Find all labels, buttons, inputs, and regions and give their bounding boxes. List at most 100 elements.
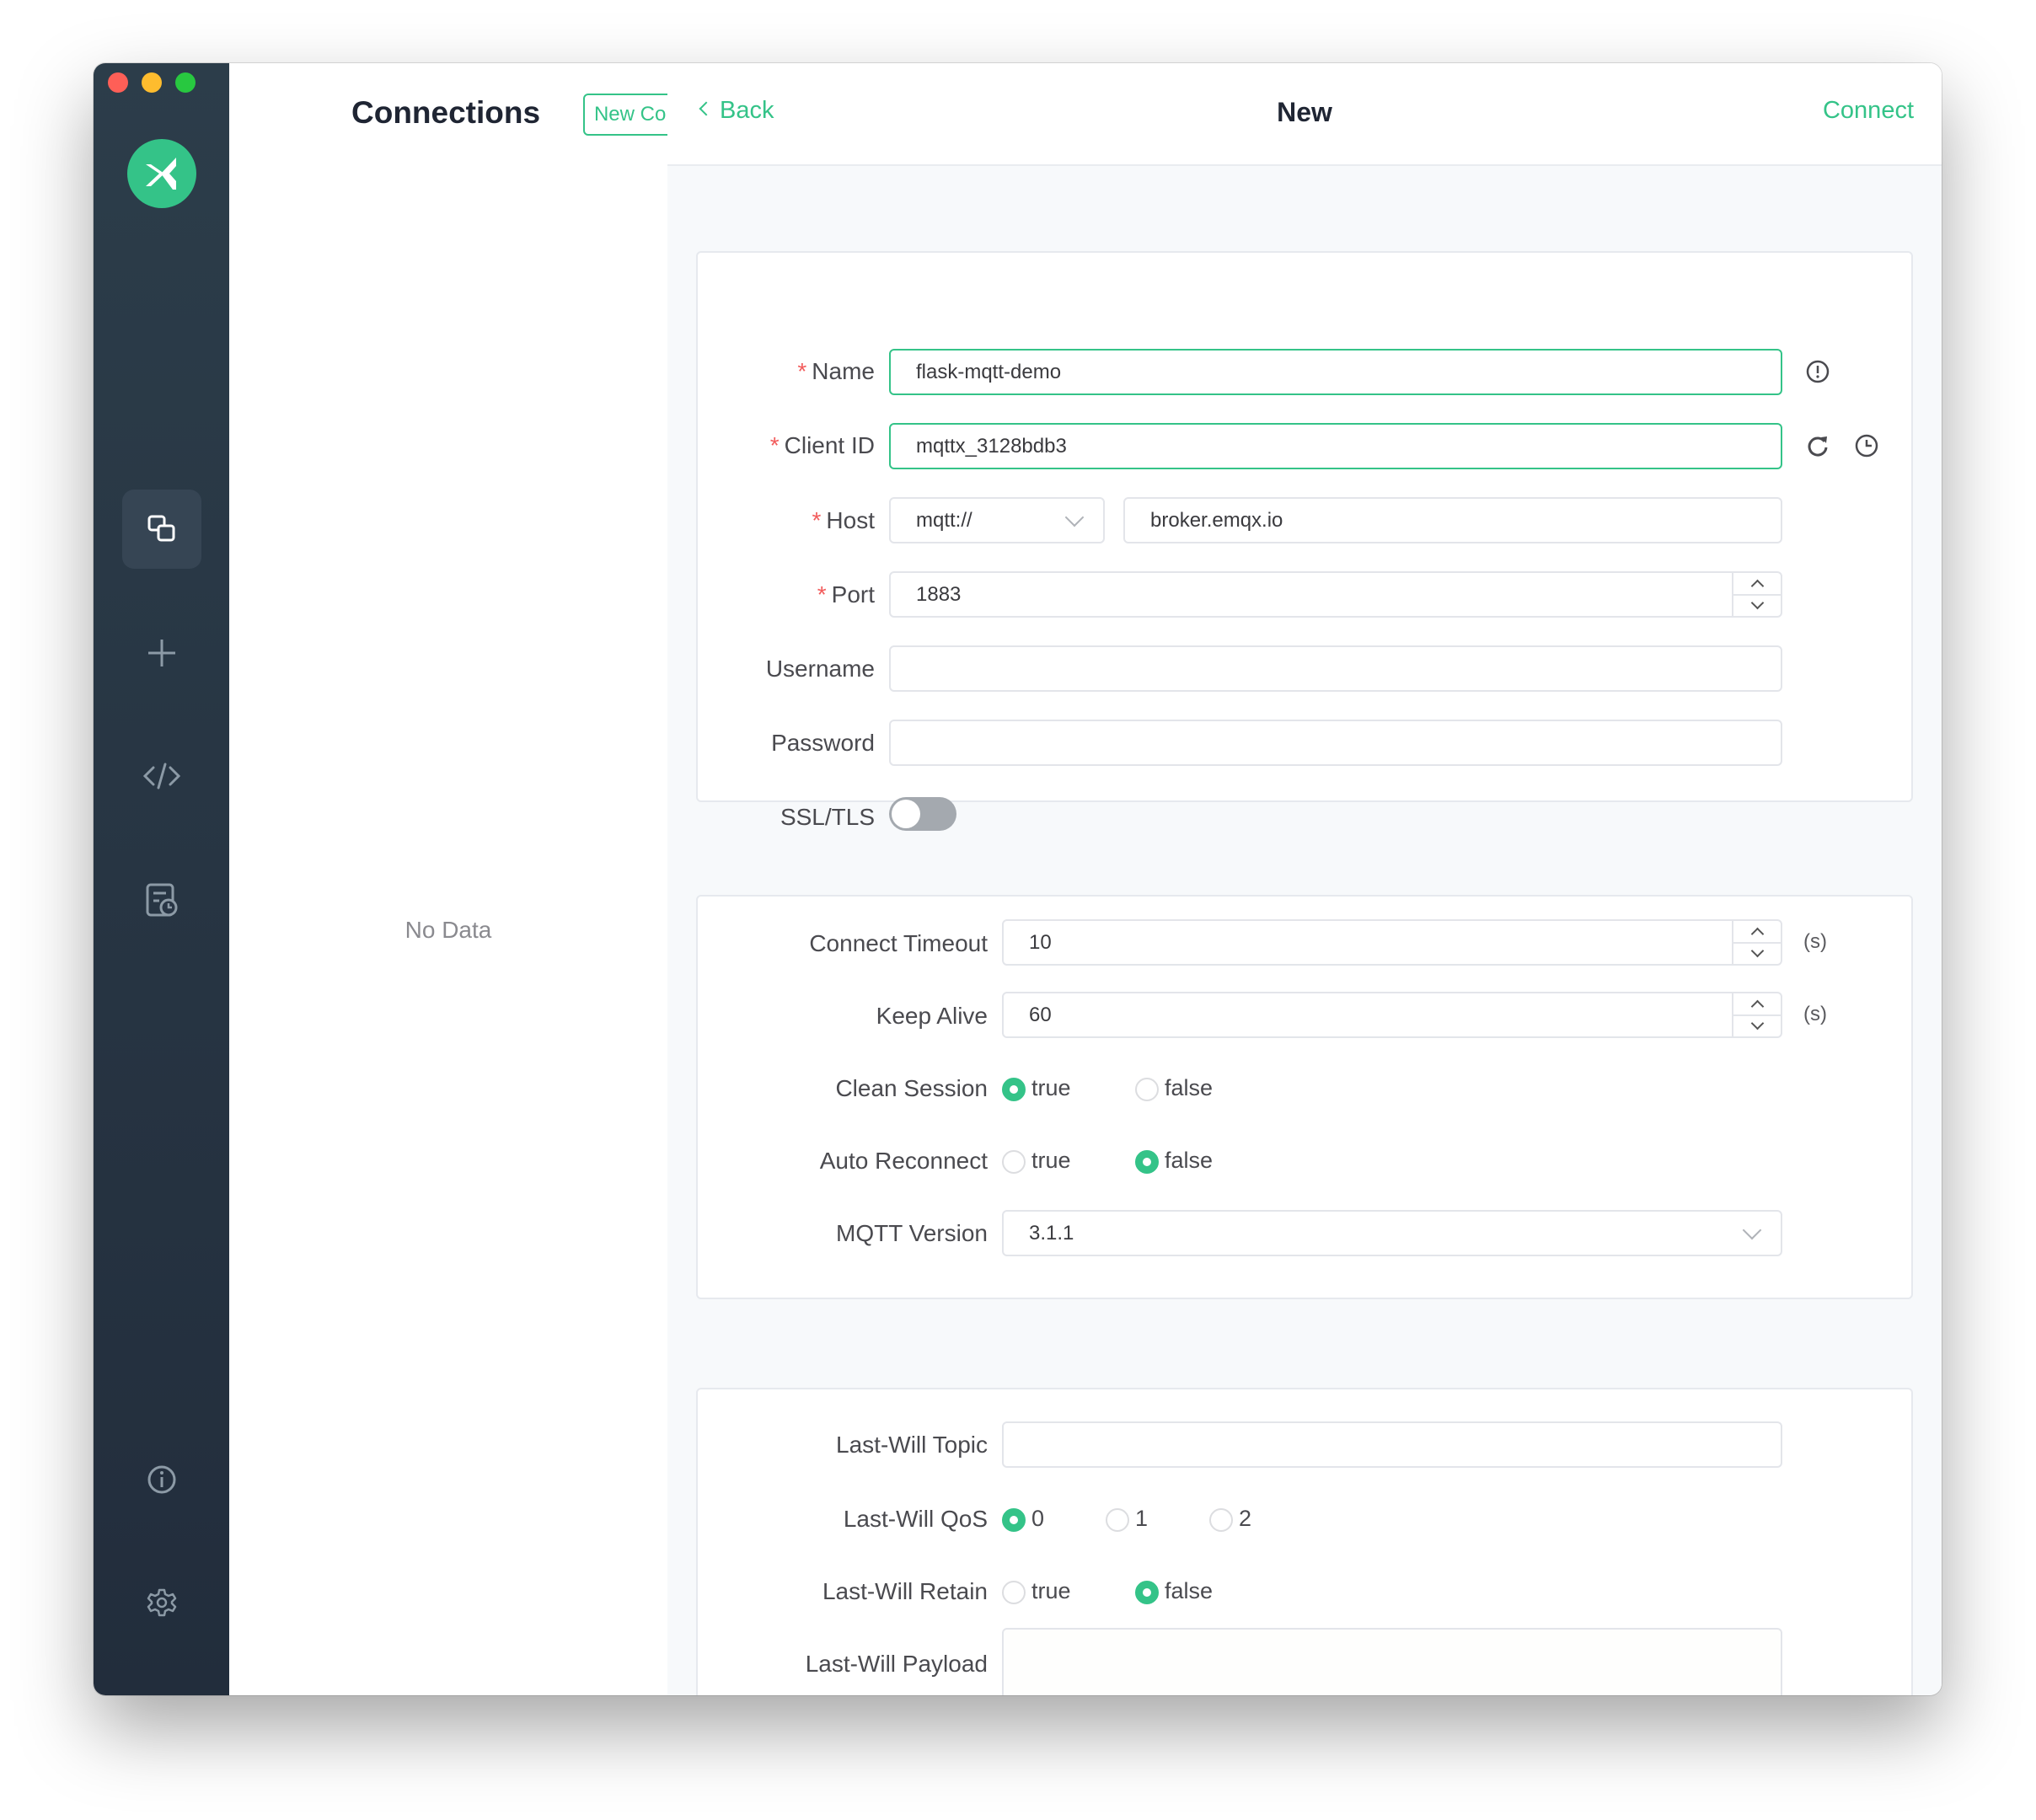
advanced-card: Connect Timeout 10 (s) Keep Alive 60 (s)… bbox=[696, 895, 1913, 1299]
zoom-window-button[interactable] bbox=[175, 72, 196, 93]
connection-form: Back New Connect General *Name flask-mqt… bbox=[667, 63, 1942, 1695]
keep-alive-stepper bbox=[1732, 993, 1781, 1036]
mqtt-version-label: MQTT Version bbox=[836, 1220, 988, 1246]
required-asterisk: * bbox=[812, 507, 822, 533]
required-asterisk: * bbox=[797, 358, 807, 384]
sidebar-item-log[interactable] bbox=[122, 860, 201, 939]
chevron-up-icon bbox=[1750, 927, 1764, 941]
retain-false-label[interactable]: false bbox=[1165, 1578, 1213, 1604]
qos-0-radio[interactable] bbox=[1002, 1508, 1026, 1532]
port-value: 1883 bbox=[916, 582, 962, 606]
chevron-down-icon bbox=[1750, 1016, 1764, 1030]
protocol-select[interactable]: mqtt:// bbox=[889, 497, 1105, 543]
info-icon bbox=[147, 1465, 176, 1494]
increment-button[interactable] bbox=[1733, 921, 1781, 944]
connect-timeout-label: Connect Timeout bbox=[809, 930, 988, 956]
connect-timeout-value: 10 bbox=[1029, 930, 1052, 954]
decrement-button[interactable] bbox=[1733, 596, 1781, 617]
auto-reconnect-false-label[interactable]: false bbox=[1165, 1148, 1213, 1174]
qos-0-label[interactable]: 0 bbox=[1031, 1506, 1044, 1532]
chevron-up-icon bbox=[1750, 999, 1764, 1014]
username-label: Username bbox=[765, 656, 875, 682]
chevron-up-icon bbox=[1750, 579, 1764, 593]
decrement-button[interactable] bbox=[1733, 944, 1781, 965]
increment-button[interactable] bbox=[1733, 993, 1781, 1016]
last-will-topic-input[interactable] bbox=[1002, 1421, 1782, 1468]
last-will-payload-label: Last-Will Payload bbox=[805, 1651, 988, 1677]
sidebar-item-new-connection[interactable] bbox=[122, 613, 201, 693]
mqtt-version-select[interactable]: 3.1.1 bbox=[1002, 1210, 1782, 1256]
sidebar bbox=[94, 63, 229, 1695]
port-stepper bbox=[1732, 573, 1781, 616]
timeout-unit: (s) bbox=[1803, 930, 1827, 953]
protocol-value: mqtt:// bbox=[916, 508, 972, 532]
close-window-button[interactable] bbox=[108, 72, 128, 93]
last-will-qos-label: Last-Will QoS bbox=[843, 1506, 988, 1532]
sidebar-item-script[interactable] bbox=[122, 736, 201, 816]
auto-reconnect-label: Auto Reconnect bbox=[819, 1148, 988, 1174]
retain-false-radio[interactable] bbox=[1135, 1581, 1159, 1604]
host-input[interactable]: broker.emqx.io bbox=[1123, 497, 1782, 543]
form-header: Back New Connect bbox=[667, 63, 1942, 166]
last-will-topic-label: Last-Will Topic bbox=[836, 1432, 988, 1458]
required-asterisk: * bbox=[817, 581, 827, 608]
toggle-knob bbox=[892, 800, 920, 828]
log-icon bbox=[146, 883, 178, 917]
chevron-down-icon bbox=[1750, 596, 1764, 610]
name-input[interactable]: flask-mqtt-demo bbox=[889, 349, 1782, 395]
sidebar-item-connections[interactable] bbox=[122, 490, 201, 569]
increment-button[interactable] bbox=[1733, 573, 1781, 596]
port-input[interactable]: 1883 bbox=[889, 571, 1782, 618]
ssl-label: SSL/TLS bbox=[780, 804, 875, 830]
auto-reconnect-false-radio[interactable] bbox=[1135, 1150, 1159, 1174]
keep-alive-unit: (s) bbox=[1803, 1003, 1827, 1025]
clock-icon[interactable] bbox=[1854, 433, 1879, 458]
general-card: * Name flask-mqtt-demo * Client ID mqttx_3… bbox=[696, 251, 1913, 831]
minimize-window-button[interactable] bbox=[142, 72, 162, 93]
chevron-down-icon bbox=[1750, 944, 1764, 958]
auto-reconnect-true-label[interactable]: true bbox=[1031, 1148, 1071, 1174]
clean-session-true-label[interactable]: true bbox=[1031, 1075, 1071, 1101]
client-id-input[interactable]: mqttx_3128bdb3 bbox=[889, 423, 1782, 469]
connections-title: Connections bbox=[351, 95, 541, 130]
qos-2-radio[interactable] bbox=[1209, 1508, 1233, 1532]
ssl-toggle[interactable] bbox=[889, 797, 956, 831]
clean-session-false-label[interactable]: false bbox=[1165, 1075, 1213, 1101]
auto-reconnect-true-radio[interactable] bbox=[1002, 1150, 1026, 1174]
required-asterisk: * bbox=[769, 432, 780, 458]
mqttx-logo bbox=[127, 139, 196, 208]
connect-timeout-input[interactable]: 10 bbox=[1002, 919, 1782, 966]
plus-icon bbox=[148, 640, 175, 666]
keep-alive-label: Keep Alive bbox=[876, 1003, 988, 1029]
username-input[interactable] bbox=[889, 645, 1782, 692]
clean-session-false-radio[interactable] bbox=[1135, 1078, 1159, 1101]
info-alert-icon[interactable] bbox=[1805, 359, 1830, 384]
password-input[interactable] bbox=[889, 720, 1782, 766]
last-will-retain-label: Last-Will Retain bbox=[822, 1578, 988, 1604]
qos-1-radio[interactable] bbox=[1106, 1508, 1129, 1532]
sidebar-item-about[interactable] bbox=[122, 1440, 201, 1519]
clean-session-true-radio[interactable] bbox=[1002, 1078, 1026, 1101]
qos-2-label[interactable]: 2 bbox=[1239, 1506, 1251, 1532]
page-title: New bbox=[1277, 97, 1332, 127]
decrement-button[interactable] bbox=[1733, 1016, 1781, 1037]
client-id-label: * Client ID bbox=[769, 432, 875, 458]
connect-timeout-stepper bbox=[1732, 921, 1781, 964]
mqtt-version-value: 3.1.1 bbox=[1029, 1221, 1074, 1245]
refresh-icon[interactable] bbox=[1805, 433, 1830, 458]
retain-true-label[interactable]: true bbox=[1031, 1578, 1071, 1604]
chevron-down-icon bbox=[1742, 1220, 1762, 1240]
mqttx-logo-icon bbox=[146, 158, 176, 190]
sidebar-item-settings[interactable] bbox=[122, 1563, 201, 1642]
code-icon bbox=[143, 763, 180, 790]
keep-alive-input[interactable]: 60 bbox=[1002, 992, 1782, 1038]
qos-1-label[interactable]: 1 bbox=[1135, 1506, 1148, 1532]
last-will-payload-textarea[interactable] bbox=[1002, 1628, 1782, 1695]
chevron-down-icon bbox=[1064, 507, 1085, 527]
last-will-card: Last-Will Topic Last-Will QoS 0 1 2 Last… bbox=[696, 1388, 1913, 1695]
clean-session-label: Clean Session bbox=[835, 1075, 988, 1101]
keep-alive-value: 60 bbox=[1029, 1003, 1052, 1026]
connect-button[interactable]: Connect bbox=[1823, 97, 1914, 125]
empty-state-text: No Data bbox=[405, 917, 492, 943]
retain-true-radio[interactable] bbox=[1002, 1581, 1026, 1604]
